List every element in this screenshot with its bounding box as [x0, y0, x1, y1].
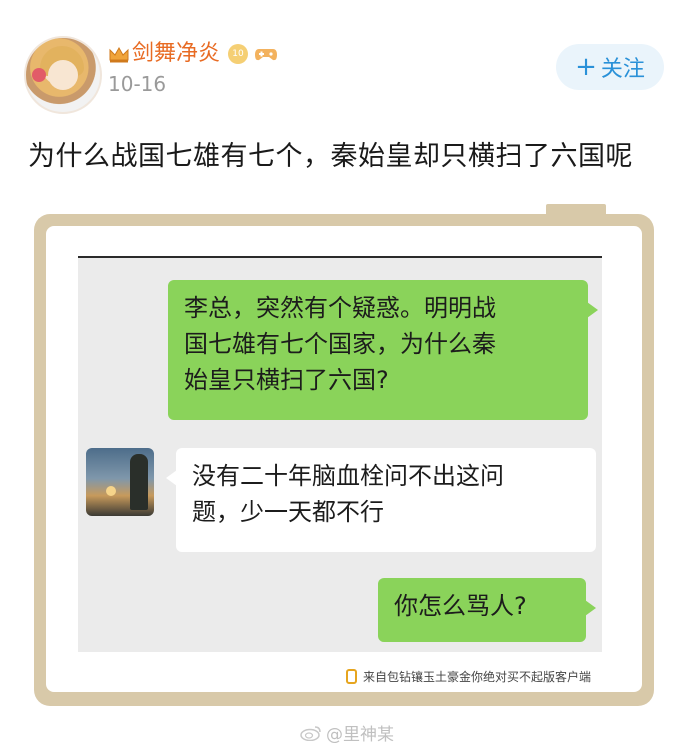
follow-button[interactable]: + 关注 — [556, 44, 664, 90]
level-badge-icon: 10 — [228, 44, 249, 64]
chat-bubble-sent-1: 李总，突然有个疑惑。明明战 国七雄有七个国家，为什么秦 始皇只横扫了六国? — [168, 280, 598, 420]
bubble-line: 没有二十年脑血栓问不出这问 — [192, 462, 504, 490]
phone-icon — [346, 669, 357, 684]
post-date: 10-16 — [108, 72, 167, 96]
game-controller-icon — [255, 49, 278, 61]
bubble-line: 国七雄有七个国家，为什么秦 — [184, 330, 496, 358]
username[interactable]: 剑舞净炎 — [132, 40, 220, 68]
chat-bubble-sent-2: 你怎么骂人? — [378, 578, 596, 642]
avatar-bow — [32, 68, 46, 82]
watermark: @里神某 — [300, 720, 394, 745]
watermark-text: @里神某 — [326, 725, 394, 745]
crown-icon — [109, 46, 129, 63]
avatar-tree — [130, 454, 148, 510]
follow-label: 关注 — [600, 57, 645, 82]
post-title: 为什么战国七雄有七个，秦始皇却只横扫了六国呢 — [28, 141, 633, 172]
source-text: 来自包钻镶玉土豪金你绝对买不起版客户端 — [363, 670, 592, 684]
plus-icon: + — [575, 52, 597, 82]
username-row: 剑舞净炎 10 — [108, 40, 278, 68]
avatar-face — [48, 60, 78, 90]
user-avatar[interactable] — [24, 36, 102, 114]
chat-bubble-received: 没有二十年脑血栓问不出这问 题，少一天都不行 — [166, 448, 596, 552]
weibo-icon — [300, 725, 321, 741]
bubble-line: 李总，突然有个疑惑。明明战 — [184, 294, 496, 322]
bubble-line: 题，少一天都不行 — [192, 498, 384, 526]
weibo-post: 剑舞净炎 10 10-16 + 关注 为什么战国七雄有七个，秦始皇却只横扫了六国… — [0, 0, 690, 748]
bubble-line: 始皇只横扫了六国? — [184, 366, 389, 394]
chat-screenshot: 李总，突然有个疑惑。明明战 国七雄有七个国家，为什么秦 始皇只横扫了六国? 没有… — [78, 256, 602, 652]
bubble-line: 你怎么骂人? — [394, 592, 527, 620]
source-label: 来自包钻镶玉土豪金你绝对买不起版客户端 — [346, 668, 591, 685]
avatar-sun — [106, 486, 116, 496]
chat-contact-avatar — [86, 448, 154, 516]
